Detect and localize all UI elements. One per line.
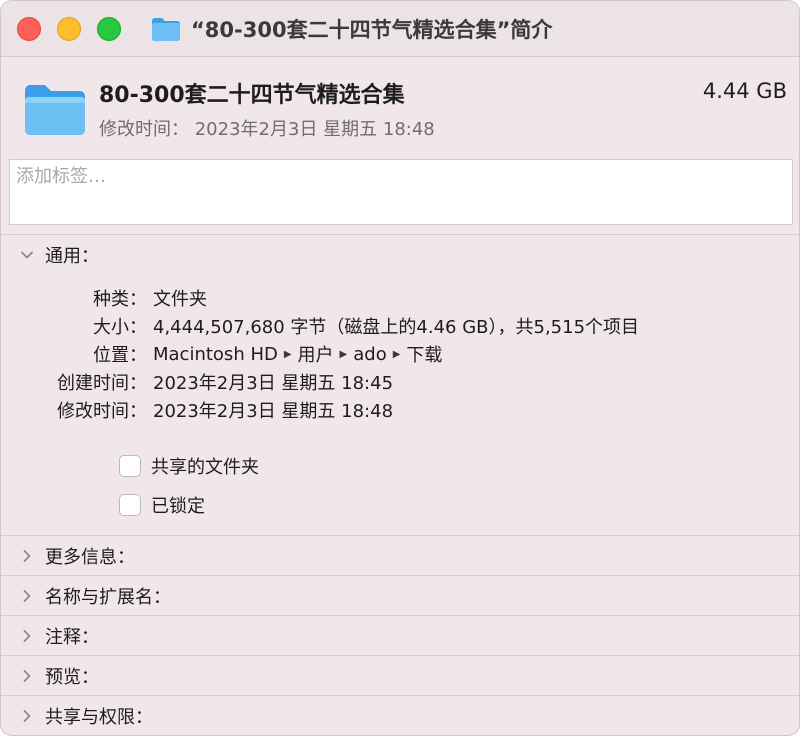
divider: [1, 695, 799, 696]
section-comments-toggle[interactable]: 注释：: [1, 617, 799, 655]
shared-folder-option[interactable]: 共享的文件夹: [119, 452, 259, 480]
chevron-right-icon: ▶: [283, 348, 292, 360]
path-item[interactable]: Macintosh HD: [153, 344, 278, 365]
tags-field[interactable]: [9, 159, 793, 225]
chevron-right-icon: [23, 630, 31, 642]
section-sharing-toggle[interactable]: 共享与权限：: [1, 697, 799, 735]
info-row-where: 位置： Macintosh HD ▶ 用户 ▶ ado ▶ 下载: [1, 340, 799, 368]
info-row-created: 创建时间： 2023年2月3日 星期五 18:45: [1, 368, 799, 396]
section-name-ext-label: 名称与扩展名：: [45, 587, 171, 608]
tags-input[interactable]: [10, 160, 792, 192]
divider: [1, 234, 799, 235]
modified-value: 2023年2月3日 星期五 18:48: [194, 119, 435, 140]
zoom-button[interactable]: [97, 17, 121, 41]
modified-row-value: 2023年2月3日 星期五 18:48: [153, 401, 394, 422]
section-general-label: 通用：: [45, 246, 99, 267]
chevron-right-icon: [23, 670, 31, 682]
modified-summary: 修改时间： 2023年2月3日 星期五 18:48: [99, 115, 435, 141]
file-header: 80-300套二十四节气精选合集 4.44 GB 修改时间： 2023年2月3日…: [1, 57, 799, 149]
path-item[interactable]: 下载: [406, 341, 442, 367]
chevron-right-icon: [23, 550, 31, 562]
minimize-button[interactable]: [57, 17, 81, 41]
window-title: “80-300套二十四节气精选合集”简介: [191, 18, 553, 42]
chevron-right-icon: ▶: [339, 348, 348, 360]
chevron-right-icon: [23, 590, 31, 602]
get-info-window: “80-300套二十四节气精选合集”简介 80-300套二十四节气精选合集 4.…: [0, 0, 800, 736]
section-sharing-label: 共享与权限：: [45, 707, 153, 728]
modified-label: 修改时间：: [99, 119, 189, 140]
path-item[interactable]: 用户: [298, 341, 334, 367]
created-value: 2023年2月3日 星期五 18:45: [153, 373, 394, 394]
chevron-right-icon: [23, 710, 31, 722]
shared-folder-checkbox[interactable]: [119, 455, 141, 477]
created-label: 创建时间：: [57, 373, 147, 394]
divider: [1, 575, 799, 576]
locked-option[interactable]: 已锁定: [119, 491, 205, 519]
path-item[interactable]: ado: [353, 344, 386, 365]
file-name: 80-300套二十四节气精选合集: [99, 83, 405, 108]
section-general-toggle[interactable]: 通用：: [1, 236, 799, 274]
modified-row-label: 修改时间：: [57, 401, 147, 422]
locked-label: 已锁定: [151, 496, 205, 517]
path-breadcrumb: Macintosh HD ▶ 用户 ▶ ado ▶ 下载: [153, 341, 442, 367]
shared-folder-label: 共享的文件夹: [151, 457, 259, 478]
info-row-kind: 种类： 文件夹: [1, 284, 799, 312]
chevron-down-icon: [21, 251, 33, 259]
section-more-info-label: 更多信息：: [45, 547, 135, 568]
section-name-ext-toggle[interactable]: 名称与扩展名：: [1, 577, 799, 615]
kind-label: 种类：: [93, 289, 147, 310]
folder-icon: [25, 85, 85, 135]
section-preview-label: 预览：: [45, 667, 99, 688]
locked-checkbox[interactable]: [119, 494, 141, 516]
section-more-info-toggle[interactable]: 更多信息：: [1, 537, 799, 575]
divider: [1, 615, 799, 616]
close-button[interactable]: [17, 17, 41, 41]
window-title-group: “80-300套二十四节气精选合集”简介: [151, 13, 552, 45]
section-comments-label: 注释：: [45, 627, 99, 648]
size-label: 大小：: [93, 317, 147, 338]
info-row-modified: 修改时间： 2023年2月3日 星期五 18:48: [1, 396, 799, 424]
kind-value: 文件夹: [153, 289, 207, 310]
size-value: 4,444,507,680 字节（磁盘上的4.46 GB），共5,515个项目: [153, 317, 640, 338]
chevron-right-icon: ▶: [392, 348, 401, 360]
divider: [1, 535, 799, 536]
file-size: 4.44 GB: [702, 79, 787, 103]
divider: [1, 655, 799, 656]
section-preview-toggle[interactable]: 预览：: [1, 657, 799, 695]
where-label: 位置：: [93, 345, 147, 366]
title-bar: “80-300套二十四节气精选合集”简介: [1, 1, 799, 57]
info-row-size: 大小： 4,444,507,680 字节（磁盘上的4.46 GB），共5,515…: [1, 312, 799, 340]
folder-icon: [152, 18, 180, 41]
